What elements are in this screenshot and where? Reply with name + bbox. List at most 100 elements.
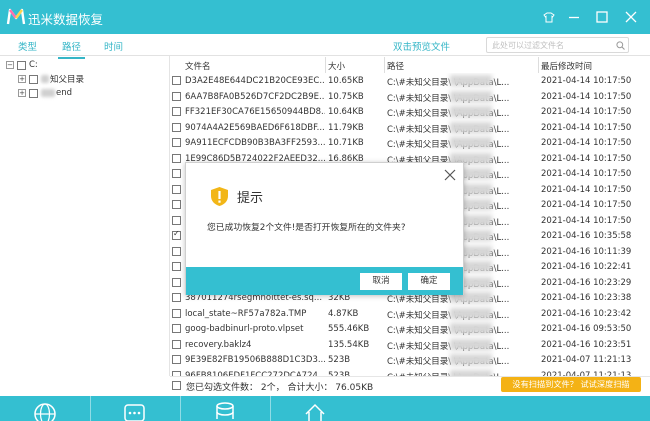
tree-item-drive-c[interactable]: − C: (6, 59, 38, 71)
file-name-cell: local_state~RF57a782a.TMP (185, 308, 307, 319)
database-icon (216, 402, 234, 419)
dialog-title: 提示 (237, 191, 264, 206)
minimize-icon (569, 16, 579, 19)
file-size-cell: 555.46KB (328, 324, 370, 334)
maximize-button[interactable] (588, 0, 616, 34)
nav-home-button[interactable] (302, 401, 332, 421)
table-row[interactable]: FF321EF30CA76E15650944BD8... 10.64KB C:\#未… (170, 104, 650, 120)
row-checkbox[interactable] (172, 215, 181, 225)
modified-time-cell: 2021-04-16 09:53:50 (541, 324, 632, 334)
expand-toggle[interactable]: + (18, 75, 26, 83)
row-checkbox[interactable] (172, 339, 181, 349)
ok-button[interactable]: 确定 (408, 273, 450, 290)
shield-icon (211, 187, 228, 206)
tab-type[interactable]: 类型 (18, 39, 37, 53)
row-checkbox[interactable] (172, 324, 181, 333)
preview-hint-link[interactable]: 双击预览文件 (393, 39, 450, 53)
modified-time-cell: 2021-04-14 10:17:50 (541, 215, 632, 226)
tree-checkbox[interactable] (29, 88, 38, 98)
row-checkbox[interactable] (172, 169, 181, 178)
table-row[interactable]: 96FB8106EDF1FCC272DCA724...523BC:\#未知父目录… (170, 368, 650, 376)
column-divider[interactable] (325, 57, 326, 73)
close-button[interactable] (617, 0, 645, 34)
tree-item-unknown-parent[interactable]: + 知父目录 (18, 73, 84, 85)
modified-time-cell: 2021-04-14 10:17:50 (541, 122, 632, 133)
tree-checkbox[interactable] (17, 60, 26, 70)
row-checkbox[interactable] (172, 355, 181, 364)
row-checkbox[interactable] (172, 308, 181, 318)
nav-recover-button[interactable] (212, 401, 242, 421)
nav-support-button[interactable] (122, 401, 152, 421)
tree-item-label: 知父目录 (50, 75, 85, 85)
expand-toggle[interactable]: + (18, 89, 26, 97)
row-checkbox[interactable] (172, 107, 181, 116)
table-row[interactable]: 6AA7B8FA0B526D7CF2DC2B9E... 10.75KB C:\#未知… (170, 89, 650, 105)
column-divider[interactable] (538, 57, 539, 73)
table-row[interactable]: D3A2E48E644DC21B20CE93EC... 10.65KB C:\#未知… (170, 73, 650, 89)
redacted-path-segment (450, 307, 492, 319)
nav-separator (270, 396, 271, 421)
globe-icon (34, 403, 56, 421)
file-size-cell: 11.79KB (328, 122, 364, 133)
modified-time-cell: 2021-04-16 10:11:39 (541, 246, 632, 257)
table-row[interactable]: local_state~RF57a782a.TMP 4.87KB C:\#未知父目录… (170, 306, 650, 322)
row-checkbox[interactable] (172, 200, 181, 209)
home-icon (305, 403, 325, 421)
modified-time-cell: 2021-04-14 10:17:50 (541, 138, 632, 148)
row-checkbox[interactable] (172, 277, 181, 287)
modified-time-cell: 2021-04-14 10:17:50 (541, 91, 632, 102)
skin-button[interactable] (535, 0, 563, 34)
tree-checkbox[interactable] (29, 74, 38, 84)
row-checkbox[interactable] (172, 184, 181, 194)
tab-path[interactable]: 路径 (57, 39, 86, 59)
column-header-size[interactable]: 大小 (328, 60, 345, 72)
file-name-cell: 6AA7B8FA0B526D7CF2DC2B9E... (185, 91, 325, 102)
row-checkbox[interactable] (172, 246, 181, 256)
column-header-path[interactable]: 路径 (387, 60, 404, 72)
redacted-text (41, 89, 55, 97)
redacted-path-segment (450, 106, 492, 117)
modified-time-cell: 2021-04-14 10:17:50 (541, 169, 632, 179)
modified-time-cell: 2021-04-14 10:17:50 (541, 76, 632, 86)
modified-time-cell: 2021-04-16 10:23:42 (541, 308, 632, 319)
row-checkbox[interactable] (172, 262, 181, 271)
table-row[interactable]: 9A911ECFCDB90B3BA3FF2593... 10.71KB C:\#未知… (170, 135, 650, 151)
file-name-cell: FF321EF30CA76E15650944BD8... (185, 107, 325, 117)
minimize-button[interactable] (560, 0, 588, 34)
row-checkbox[interactable] (172, 76, 181, 85)
close-icon[interactable] (444, 169, 456, 181)
column-divider[interactable] (384, 57, 385, 73)
redacted-path-segment (450, 75, 492, 86)
file-name-cell: 9074A4A2E569BAED6F618DBF... (185, 122, 325, 133)
file-size-cell: 10.64KB (328, 107, 364, 117)
table-row[interactable]: 9E39E82FB19506B888D1C3D3... 523B C:\#未知父目录… (170, 352, 650, 368)
nav-web-button[interactable] (32, 401, 62, 421)
tab-time[interactable]: 时间 (104, 39, 123, 53)
file-name-cell: 9A911ECFCDB90B3BA3FF2593... (185, 138, 325, 148)
tree-item-end[interactable]: + end (18, 87, 72, 99)
dialog-message: 您已成功恢复2个文件!是否打开恢复所在的文件夹? (207, 223, 406, 233)
deep-scan-button[interactable]: 没有扫描到文件？ 试试深度扫描 (501, 377, 641, 392)
cancel-button[interactable]: 取消 (360, 273, 402, 290)
table-row[interactable]: recovery.baklz4 135.54KB C:\#未知父目录\ \AppDa… (170, 337, 650, 353)
select-all-checkbox[interactable] (172, 381, 181, 390)
column-header-name[interactable]: 文件名 (185, 60, 211, 72)
redacted-path-segment (450, 354, 492, 365)
file-name-cell: recovery.baklz4 (185, 339, 252, 350)
row-checkbox[interactable] (172, 229, 181, 240)
table-row[interactable]: goog-badbinurl-proto.vlpset 555.46KB C:\#未… (170, 321, 650, 337)
filename-filter-input[interactable] (486, 37, 629, 53)
redacted-text (41, 75, 49, 83)
file-size-cell: 135.54KB (328, 339, 370, 350)
row-checkbox[interactable] (172, 293, 181, 302)
skin-icon (543, 12, 555, 22)
table-row[interactable]: 9074A4A2E569BAED6F618DBF... 11.79KB C:\#未知… (170, 120, 650, 136)
collapse-toggle[interactable]: − (6, 61, 14, 69)
search-icon[interactable] (616, 41, 625, 50)
row-checkbox[interactable] (172, 153, 181, 163)
row-checkbox[interactable] (172, 91, 181, 101)
row-checkbox[interactable] (172, 138, 181, 147)
row-checkbox[interactable] (172, 122, 181, 132)
redacted-path-segment (450, 137, 492, 148)
column-header-modified[interactable]: 最后修改时间 (541, 60, 592, 72)
